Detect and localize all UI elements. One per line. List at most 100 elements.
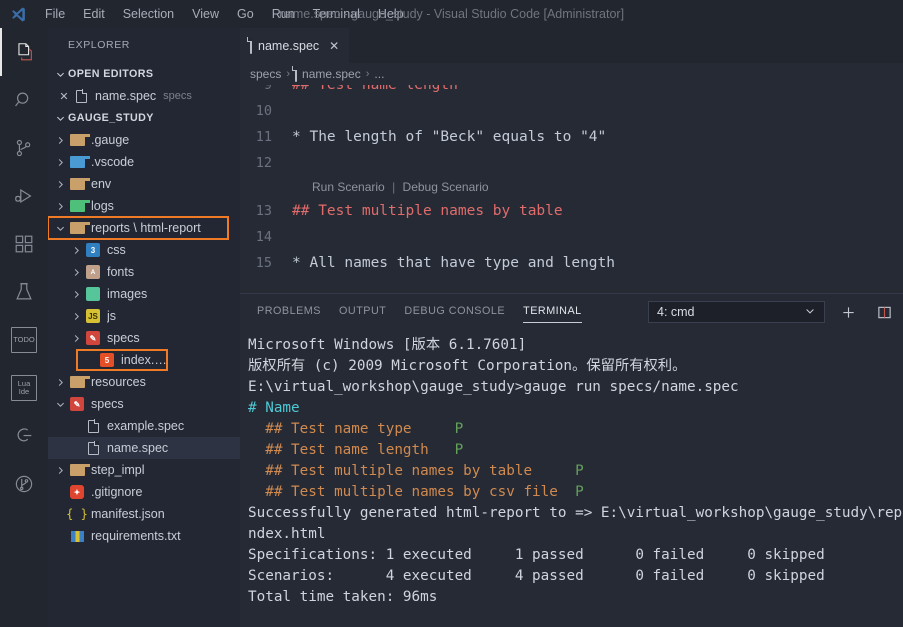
activity-gauge[interactable] [0, 412, 48, 460]
line-number: 10 [255, 103, 272, 119]
specs-folder-icon: ✎ [68, 397, 86, 411]
tree-folder--vscode[interactable]: .vscode [48, 151, 240, 173]
css-folder-icon: 3 [84, 243, 102, 257]
tree-file--gitignore[interactable]: ✦ .gitignore [48, 481, 240, 503]
menu-bar[interactable]: File Edit Selection View Go Run Terminal… [36, 0, 413, 28]
chevron-down-icon[interactable] [52, 393, 68, 415]
breadcrumb[interactable]: specs › name.spec › ... [240, 63, 903, 85]
tab-debug-console[interactable]: DEBUG CONSOLE [395, 294, 514, 329]
terminal-line: ## Test multiple names by table P [248, 461, 903, 482]
tab-terminal[interactable]: TERMINAL [514, 294, 591, 329]
tree-file-index-html[interactable]: 5 index.html [76, 349, 168, 371]
menu-file[interactable]: File [36, 0, 74, 28]
activity-testing[interactable] [0, 268, 48, 316]
tab-label: name.spec [258, 38, 320, 53]
close-icon[interactable]: ✕ [56, 90, 72, 103]
tree-folder-logs[interactable]: logs [48, 195, 240, 217]
chevron-right-icon[interactable] [52, 151, 68, 173]
tree-folder-fonts[interactable]: Afonts [48, 261, 240, 283]
menu-help[interactable]: Help [369, 0, 413, 28]
terminal-text: ## Test multiple names by table [248, 463, 576, 479]
tree-folder-css[interactable]: 3 css [48, 239, 240, 261]
tree-folder-images[interactable]: images [48, 283, 240, 305]
activity-explorer[interactable] [0, 28, 48, 76]
terminal-line: ndex.html [248, 524, 903, 545]
tab-output[interactable]: OUTPUT [330, 294, 395, 329]
tree-item-label: resources [91, 375, 146, 389]
tree-file-manifest-json[interactable]: { } manifest.json [48, 503, 240, 525]
specs-folder-icon: ✎ [84, 331, 102, 345]
tree-folder--gauge[interactable]: .gauge [48, 129, 240, 151]
activity-todo[interactable]: TODO [0, 316, 48, 364]
tree-item-label: step_impl [91, 463, 145, 477]
git-icon: ✦ [68, 485, 86, 499]
menu-terminal[interactable]: Terminal [304, 0, 369, 28]
terminal-text: ## Test name length [248, 442, 455, 458]
tab-name-spec[interactable]: name.spec ✕ [240, 28, 351, 63]
chevron-right-icon[interactable] [52, 371, 68, 393]
activity-bar: TODO Lua Ide [0, 28, 48, 627]
terminal-selector[interactable]: 4: cmd [648, 301, 825, 323]
activity-run-and-debug[interactable] [0, 172, 48, 220]
activity-git-graph[interactable] [0, 460, 48, 508]
tree-file-name-spec[interactable]: name.spec [48, 437, 240, 459]
split-terminal-icon[interactable] [873, 301, 895, 323]
tree-file-requirements-txt[interactable]: requirements.txt [48, 525, 240, 547]
close-icon[interactable]: ✕ [329, 39, 339, 53]
open-editor-item[interactable]: ✕ name.spec specs [48, 85, 240, 107]
tree-folder-reports-html-report[interactable]: reports \ html-report [48, 216, 229, 240]
sidebar-explorer: EXPLORER OPEN EDITORS ✕ name.spec specs … [48, 28, 240, 627]
activity-lua-ide[interactable]: Lua Ide [0, 364, 48, 412]
tree-folder-specs[interactable]: ✎ specs [48, 393, 240, 415]
section-open-editors[interactable]: OPEN EDITORS [48, 63, 240, 85]
activity-source-control[interactable] [0, 124, 48, 172]
section-project-root[interactable]: GAUGE_STUDY [48, 107, 240, 129]
tree-folder-env[interactable]: env [48, 173, 240, 195]
chevron-down-icon[interactable] [52, 217, 68, 239]
search-icon [13, 89, 35, 111]
codelens-separator: | [392, 180, 396, 194]
tab-problems[interactable]: PROBLEMS [248, 294, 330, 329]
chevron-right-icon[interactable] [52, 173, 68, 195]
chevron-right-icon[interactable] [68, 305, 84, 327]
tree-folder-specs[interactable]: ✎ specs [48, 327, 240, 349]
chevron-right-icon[interactable] [68, 239, 84, 261]
activity-extensions[interactable] [0, 220, 48, 268]
tree-item-label: index.html [121, 353, 168, 367]
breadcrumb-more[interactable]: ... [374, 67, 384, 81]
menu-selection[interactable]: Selection [114, 0, 183, 28]
menu-edit[interactable]: Edit [74, 0, 114, 28]
tree-file-example-spec[interactable]: example.spec [48, 415, 240, 437]
file-icon [84, 441, 102, 455]
terminal-output[interactable]: Microsoft Windows [版本 6.1.7601] 版权所有 (c) … [240, 329, 903, 627]
chevron-right-icon[interactable] [52, 129, 68, 151]
chevron-right-icon[interactable] [52, 459, 68, 481]
terminal-line: ## Test multiple names by csv file P [248, 482, 903, 503]
todo-icon: TODO [11, 327, 37, 353]
new-terminal-button[interactable] [837, 301, 859, 323]
tree-folder-resources[interactable]: resources [48, 371, 240, 393]
menu-run[interactable]: Run [263, 0, 304, 28]
breadcrumb-file[interactable]: name.spec [302, 67, 361, 81]
chevron-right-icon[interactable] [68, 261, 84, 283]
tree-folder-step-impl[interactable]: step_impl [48, 459, 240, 481]
breadcrumb-specs[interactable]: specs [250, 67, 281, 81]
line-number: 14 [255, 229, 272, 245]
tree-folder-js[interactable]: JS js [48, 305, 240, 327]
code-editor[interactable]: 9 ## Test name length 10 11 * The length of … [240, 85, 903, 299]
tree-item-label: .gitignore [91, 485, 143, 499]
activity-search[interactable] [0, 76, 48, 124]
chevron-right-icon[interactable] [52, 195, 68, 217]
logs-folder-icon [68, 200, 91, 212]
menu-view[interactable]: View [183, 0, 228, 28]
folder-icon [68, 464, 91, 476]
menu-go[interactable]: Go [228, 0, 263, 28]
terminal-line: Microsoft Windows [版本 6.1.7601] [248, 335, 903, 356]
chevron-right-icon[interactable] [68, 327, 84, 349]
chevron-right-icon[interactable] [68, 283, 84, 305]
tree-item-label: example.spec [107, 419, 185, 433]
debug-scenario-link[interactable]: Debug Scenario [403, 180, 489, 194]
run-scenario-link[interactable]: Run Scenario [312, 180, 385, 194]
